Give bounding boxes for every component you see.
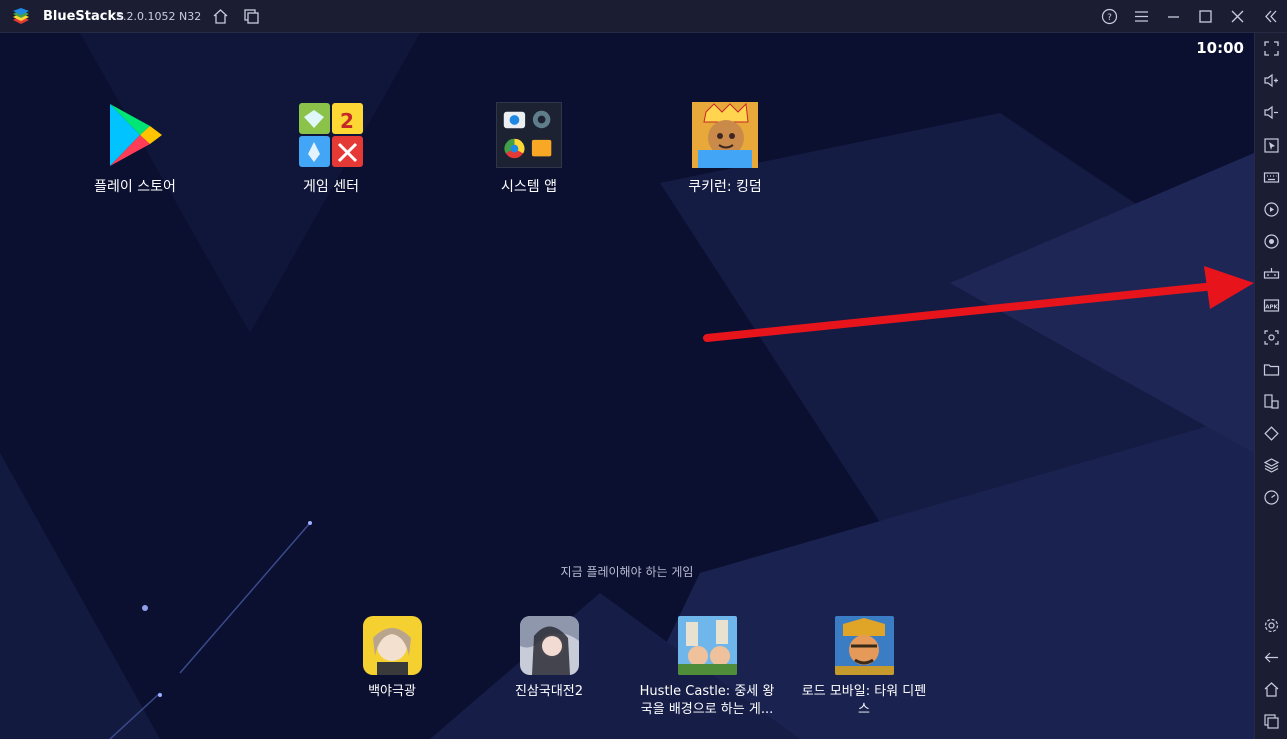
layers-icon[interactable] (1263, 457, 1280, 474)
bluestacks-logo (13, 8, 29, 24)
multi-instance-icon[interactable] (1263, 393, 1280, 410)
maximize-icon[interactable] (1197, 8, 1214, 25)
android-home-screen: 10:00 플레이 스토어 2 게임 센터 시스템 앱 쿠키런: 킹덤 지금 플… (0, 33, 1254, 739)
app-version: 5.2.0.1052 N32 (116, 10, 202, 23)
home-icon[interactable] (212, 8, 229, 25)
home-icon[interactable] (1263, 681, 1280, 698)
help-icon[interactable]: ? (1101, 8, 1118, 25)
annotation-arrow (703, 266, 1254, 342)
cursor-icon[interactable] (1263, 137, 1280, 154)
keyboard-icon[interactable] (1263, 169, 1280, 186)
record-icon[interactable] (1263, 233, 1280, 250)
game-controls-icon[interactable] (1263, 265, 1280, 282)
title-bar: BlueStacks 5.2.0.1052 N32 ? (0, 0, 1287, 33)
fullscreen-icon[interactable] (1263, 40, 1280, 57)
volume-down-icon[interactable] (1263, 104, 1280, 121)
minimize-icon[interactable] (1165, 8, 1182, 25)
menu-icon[interactable] (1133, 8, 1150, 25)
macro-play-icon[interactable] (1263, 201, 1280, 218)
multi-instance-icon[interactable] (243, 8, 260, 25)
install-apk-icon[interactable]: APK (1263, 297, 1280, 314)
app-name: BlueStacks (43, 9, 124, 24)
rotate-icon[interactable] (1263, 425, 1280, 442)
screenshot-icon[interactable] (1263, 329, 1280, 346)
right-toolbar: APK (1254, 33, 1287, 739)
svg-text:?: ? (1107, 13, 1112, 23)
settings-icon[interactable] (1263, 617, 1280, 634)
recent-apps-icon[interactable] (1263, 713, 1280, 730)
svg-text:APK: APK (1265, 305, 1278, 311)
close-icon[interactable] (1229, 8, 1246, 25)
back-icon[interactable] (1263, 649, 1280, 666)
volume-up-icon[interactable] (1263, 72, 1280, 89)
collapse-sidebar-icon[interactable] (1262, 8, 1279, 25)
folder-icon[interactable] (1263, 361, 1280, 378)
performance-icon[interactable] (1263, 489, 1280, 506)
